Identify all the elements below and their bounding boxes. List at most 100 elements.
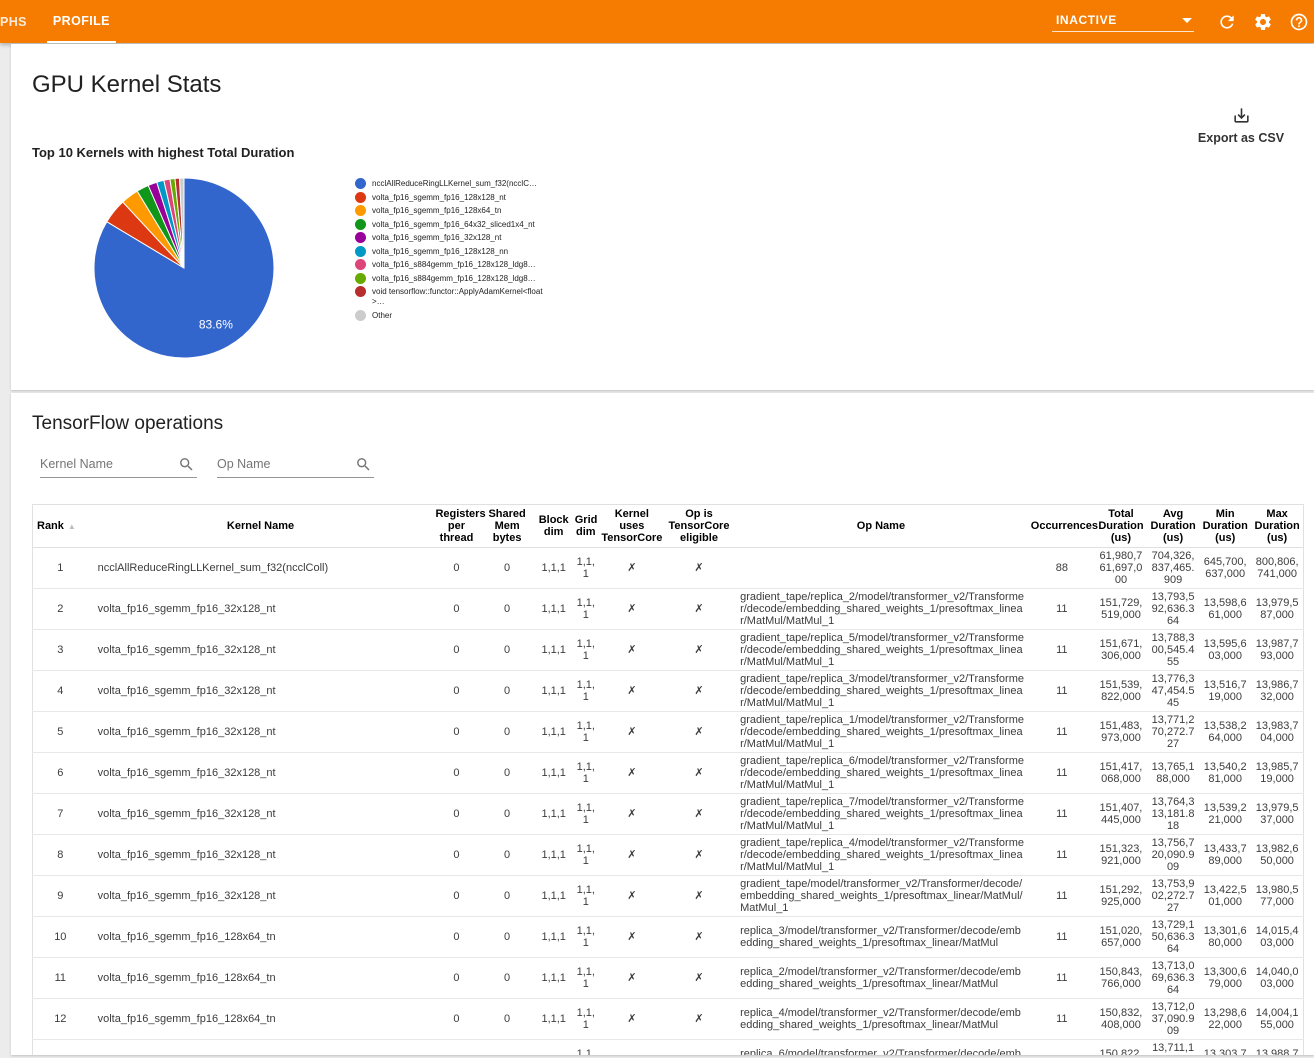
cell-kernel-name: volta_fp16_sgemm_fp16_128x64_tn xyxy=(88,958,434,999)
search-icon xyxy=(178,456,195,473)
cell-max-duration: 13,986,732,000 xyxy=(1251,671,1303,712)
cell-rank: 7 xyxy=(33,794,88,835)
cell-shared-mem-bytes: 0 xyxy=(480,876,535,917)
cell-max-duration: 13,987,793,000 xyxy=(1251,630,1303,671)
export-csv-button[interactable]: Export as CSV xyxy=(1186,106,1296,145)
table-row: 2volta_fp16_sgemm_fp16_32x128_nt001,1,11… xyxy=(33,589,1304,630)
cell-kernel-uses-tensorcore: ✗ xyxy=(599,753,665,794)
col-header-avg-duration[interactable]: Avg Duration (us) xyxy=(1147,505,1199,548)
table-row: 12volta_fp16_sgemm_fp16_128x64_tn001,1,1… xyxy=(33,999,1304,1040)
cell-total-duration: 150,843,766,000 xyxy=(1095,958,1147,999)
legend-item[interactable]: volta_fp16_sgemm_fp16_128x128_nt xyxy=(355,192,550,203)
legend-label: volta_fp16_sgemm_fp16_128x128_nt xyxy=(372,192,506,203)
cell-kernel-uses-tensorcore: ✗ xyxy=(599,835,665,876)
legend-label: volta_fp16_s884gemm_fp16_128x128_ldg8… xyxy=(372,259,536,270)
cell-avg-duration: 13,711,102,363.636 xyxy=(1147,1040,1199,1056)
cell-kernel-name: volta_fp16_sgemm_fp16_32x128_nt xyxy=(88,753,434,794)
help-icon[interactable] xyxy=(1288,11,1310,33)
cell-registers-per-thread: 0 xyxy=(433,1040,479,1056)
run-selector-dropdown[interactable]: INACTIVE xyxy=(1052,11,1194,32)
cell-block-dim: 1,1,1 xyxy=(535,794,573,835)
col-header-occurrences[interactable]: Occurrences xyxy=(1029,505,1095,548)
legend-item[interactable]: volta_fp16_sgemm_fp16_32x128_nt xyxy=(355,232,550,243)
kernel-name-filter-input[interactable] xyxy=(40,453,197,478)
cell-rank: 5 xyxy=(33,712,88,753)
tf-ops-table: Rank▲Kernel NameRegisters per threadShar… xyxy=(32,504,1304,1055)
legend-item[interactable]: volta_fp16_sgemm_fp16_64x32_sliced1x4_nt xyxy=(355,219,550,230)
col-header-grid-dim[interactable]: Grid dim xyxy=(573,505,599,548)
cell-block-dim: 1,1,1 xyxy=(535,630,573,671)
cell-shared-mem-bytes: 0 xyxy=(480,548,535,589)
cell-max-duration: 13,979,537,000 xyxy=(1251,794,1303,835)
cell-total-duration: 151,020,657,000 xyxy=(1095,917,1147,958)
col-header-op-tensorcore-eligible[interactable]: Op is TensorCore eligible xyxy=(665,505,733,548)
col-header-block-dim[interactable]: Block dim xyxy=(535,505,573,548)
cell-occurrences: 11 xyxy=(1029,753,1095,794)
pie-chart[interactable]: 83.6% xyxy=(92,176,276,360)
pie-slice-label: 83.6% xyxy=(199,317,233,331)
cell-op-name: replica_6/model/transformer_v2/Transform… xyxy=(733,1040,1029,1056)
op-name-filter xyxy=(217,453,374,478)
cell-shared-mem-bytes: 0 xyxy=(480,958,535,999)
cell-grid-dim: 1,1,1 xyxy=(573,753,599,794)
cell-shared-mem-bytes: 0 xyxy=(480,753,535,794)
col-header-rank[interactable]: Rank▲ xyxy=(33,505,88,548)
cell-shared-mem-bytes: 0 xyxy=(480,999,535,1040)
cell-kernel-name: volta_fp16_sgemm_fp16_32x128_nt xyxy=(88,671,434,712)
kernel-name-filter xyxy=(40,453,197,478)
cell-kernel-uses-tensorcore: ✗ xyxy=(599,548,665,589)
col-header-kernel-name[interactable]: Kernel Name xyxy=(88,505,434,548)
cell-op-tensorcore-eligible: ✗ xyxy=(665,1040,733,1056)
cell-kernel-uses-tensorcore: ✗ xyxy=(599,630,665,671)
cell-grid-dim: 1,1,1 xyxy=(573,712,599,753)
table-row: 5volta_fp16_sgemm_fp16_32x128_nt001,1,11… xyxy=(33,712,1304,753)
cell-max-duration: 13,985,719,000 xyxy=(1251,753,1303,794)
cell-min-duration: 13,538,264,000 xyxy=(1199,712,1251,753)
cell-occurrences: 11 xyxy=(1029,589,1095,630)
legend-item[interactable]: volta_fp16_sgemm_fp16_128x64_tn xyxy=(355,205,550,216)
legend-item[interactable]: void tensorflow::functor::ApplyAdamKerne… xyxy=(355,286,550,307)
legend-item[interactable]: volta_fp16_s884gemm_fp16_128x128_ldg8… xyxy=(355,273,550,284)
cell-op-name: gradient_tape/replica_5/model/transforme… xyxy=(733,630,1029,671)
legend-item[interactable]: Other xyxy=(355,310,550,321)
chart-legend: ncclAllReduceRingLLKernel_sum_f32(ncclC…… xyxy=(355,178,550,360)
col-header-op-name[interactable]: Op Name xyxy=(733,505,1029,548)
chevron-down-icon xyxy=(1182,18,1192,23)
col-header-registers-per-thread[interactable]: Registers per thread xyxy=(433,505,479,548)
legend-item[interactable]: volta_fp16_s884gemm_fp16_128x128_ldg8… xyxy=(355,259,550,270)
col-header-min-duration[interactable]: Min Duration (us) xyxy=(1199,505,1251,548)
legend-item[interactable]: ncclAllReduceRingLLKernel_sum_f32(ncclC… xyxy=(355,178,550,189)
cell-registers-per-thread: 0 xyxy=(433,794,479,835)
legend-item[interactable]: volta_fp16_sgemm_fp16_128x128_nn xyxy=(355,246,550,257)
col-header-total-duration[interactable]: Total Duration (us) xyxy=(1095,505,1147,548)
cell-block-dim: 1,1,1 xyxy=(535,917,573,958)
legend-swatch xyxy=(355,232,366,243)
tab-graphs-partial[interactable]: PHS xyxy=(0,0,33,43)
col-header-max-duration[interactable]: Max Duration (us) xyxy=(1251,505,1303,548)
cell-shared-mem-bytes: 0 xyxy=(480,589,535,630)
cell-occurrences: 11 xyxy=(1029,1040,1095,1056)
cell-block-dim: 1,1,1 xyxy=(535,999,573,1040)
cell-op-name: replica_3/model/transformer_v2/Transform… xyxy=(733,917,1029,958)
cell-total-duration: 150,832,408,000 xyxy=(1095,999,1147,1040)
cell-op-name: gradient_tape/replica_2/model/transforme… xyxy=(733,589,1029,630)
refresh-icon[interactable] xyxy=(1216,11,1238,33)
cell-shared-mem-bytes: 0 xyxy=(480,794,535,835)
cell-occurrences: 88 xyxy=(1029,548,1095,589)
op-name-filter-input[interactable] xyxy=(217,453,374,478)
col-header-kernel-uses-tensorcore[interactable]: Kernel uses TensorCore xyxy=(599,505,665,548)
cell-op-tensorcore-eligible: ✗ xyxy=(665,671,733,712)
cell-kernel-uses-tensorcore: ✗ xyxy=(599,876,665,917)
legend-label: volta_fp16_sgemm_fp16_32x128_nt xyxy=(372,232,501,243)
tab-profile[interactable]: PROFILE xyxy=(47,0,116,43)
settings-gear-icon[interactable] xyxy=(1252,11,1274,33)
cell-occurrences: 11 xyxy=(1029,630,1095,671)
cell-kernel-name: volta_fp16_sgemm_fp16_32x128_nt xyxy=(88,630,434,671)
cell-occurrences: 11 xyxy=(1029,958,1095,999)
cell-kernel-uses-tensorcore: ✗ xyxy=(599,671,665,712)
cell-kernel-name: volta_fp16_sgemm_fp16_128x64_tn xyxy=(88,917,434,958)
col-header-shared-mem-bytes[interactable]: Shared Mem bytes xyxy=(480,505,535,548)
cell-occurrences: 11 xyxy=(1029,835,1095,876)
legend-swatch xyxy=(355,205,366,216)
cell-max-duration: 13,988,791,000 xyxy=(1251,1040,1303,1056)
